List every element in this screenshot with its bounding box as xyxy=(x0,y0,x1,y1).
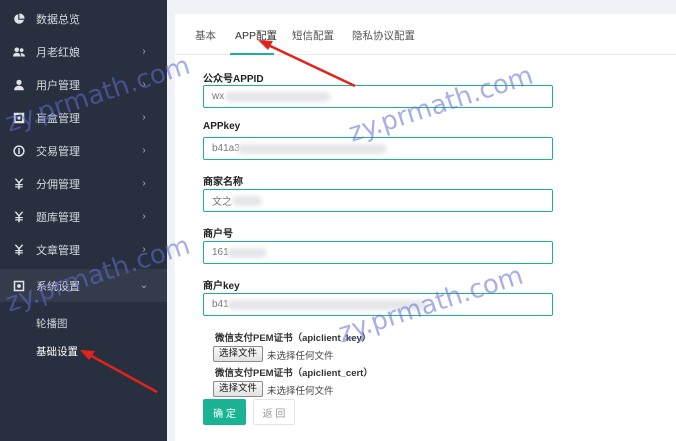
sidebar-item-label: 分佣管理 xyxy=(36,178,80,191)
redaction-blur xyxy=(232,196,262,206)
redaction-blur xyxy=(237,144,387,154)
tab-app-config[interactable]: APP配置 xyxy=(235,28,277,43)
choose-file-cert-button[interactable]: 选择文件 xyxy=(213,381,264,397)
pem-key-label: 微信支付PEM证书（apiclient_key） xyxy=(215,333,372,344)
tab-privacy-config[interactable]: 隐私协议配置 xyxy=(352,28,415,43)
sidebar-item-label: 文章管理 xyxy=(36,244,80,257)
settings-panel: 基本 APP配置 短信配置 隐私协议配置 公众号APPID APPkey 商家名… xyxy=(175,14,676,441)
tab-sms-config[interactable]: 短信配置 xyxy=(292,28,334,43)
sidebar-subitem-carousel[interactable]: 轮播图 xyxy=(0,309,167,337)
sidebar-subitem-label: 基础设置 xyxy=(36,345,78,358)
chevron-right-icon: › xyxy=(142,244,146,255)
tab-bar: 基本 APP配置 短信配置 隐私协议配置 xyxy=(175,14,676,55)
appkey-label: APPkey xyxy=(203,121,241,132)
sidebar-item-trade[interactable]: 交易管理 › xyxy=(0,134,167,167)
sidebar-subitem-label: 轮播图 xyxy=(36,317,68,330)
confirm-button[interactable]: 确 定 xyxy=(203,399,246,425)
yen-icon xyxy=(12,177,26,191)
chevron-right-icon: › xyxy=(142,79,146,90)
sidebar-item-commission[interactable]: 分佣管理 › xyxy=(0,167,167,200)
redaction-blur xyxy=(227,248,267,258)
sidebar-item-label: 盲盒管理 xyxy=(36,112,80,125)
coin-icon xyxy=(12,144,26,158)
merchant-key-label: 商户key xyxy=(203,281,240,292)
yen-icon xyxy=(12,243,26,257)
users-icon xyxy=(12,45,26,59)
pie-chart-icon xyxy=(12,12,26,26)
chevron-right-icon: › xyxy=(142,145,146,156)
sidebar-item-label: 系统设置 xyxy=(36,280,80,293)
sidebar-item-label: 月老红娘 xyxy=(36,46,80,59)
merchant-name-label: 商家名称 xyxy=(203,177,243,188)
file-status-cert: 未选择任何文件 xyxy=(267,386,334,397)
chevron-right-icon: › xyxy=(142,211,146,222)
sidebar: 数据总览 月老红娘 › 用户管理 › 盲盒管理 › 交易管理 › 分佣管理 › … xyxy=(0,0,167,441)
merchant-id-label: 商户号 xyxy=(203,229,233,240)
chevron-right-icon: › xyxy=(142,46,146,57)
redaction-blur xyxy=(227,300,427,310)
chevron-down-icon: ⌄ xyxy=(139,280,149,291)
sidebar-item-articles[interactable]: 文章管理 › xyxy=(0,233,167,266)
yen-icon xyxy=(12,210,26,224)
sidebar-item-matchmaker[interactable]: 月老红娘 › xyxy=(0,35,167,68)
file-status-key: 未选择任何文件 xyxy=(267,351,334,362)
sidebar-item-label: 数据总览 xyxy=(36,13,80,26)
active-tab-indicator xyxy=(230,53,274,55)
pem-cert-label: 微信支付PEM证书（apiclient_cert） xyxy=(215,368,373,379)
sidebar-item-users[interactable]: 用户管理 › xyxy=(0,68,167,101)
chevron-right-icon: › xyxy=(142,178,146,189)
user-icon xyxy=(12,78,26,92)
sidebar-item-settings[interactable]: 系统设置 ⌄ xyxy=(0,269,167,302)
sidebar-subitem-basic-settings[interactable]: 基础设置 xyxy=(0,337,167,365)
sidebar-item-blindbox[interactable]: 盲盒管理 › xyxy=(0,101,167,134)
settings-icon xyxy=(12,279,26,293)
appid-label: 公众号APPID xyxy=(203,74,264,85)
sidebar-item-label: 用户管理 xyxy=(36,79,80,92)
box-icon xyxy=(12,111,26,125)
sidebar-item-dashboard[interactable]: 数据总览 xyxy=(0,2,167,35)
chevron-right-icon: › xyxy=(142,112,146,123)
tab-basic[interactable]: 基本 xyxy=(195,28,216,43)
sidebar-item-label: 题库管理 xyxy=(36,211,80,224)
sidebar-item-label: 交易管理 xyxy=(36,145,80,158)
redaction-blur xyxy=(225,92,330,102)
sidebar-item-questions[interactable]: 题库管理 › xyxy=(0,200,167,233)
choose-file-key-button[interactable]: 选择文件 xyxy=(213,346,264,362)
back-button[interactable]: 返 回 xyxy=(253,399,295,425)
